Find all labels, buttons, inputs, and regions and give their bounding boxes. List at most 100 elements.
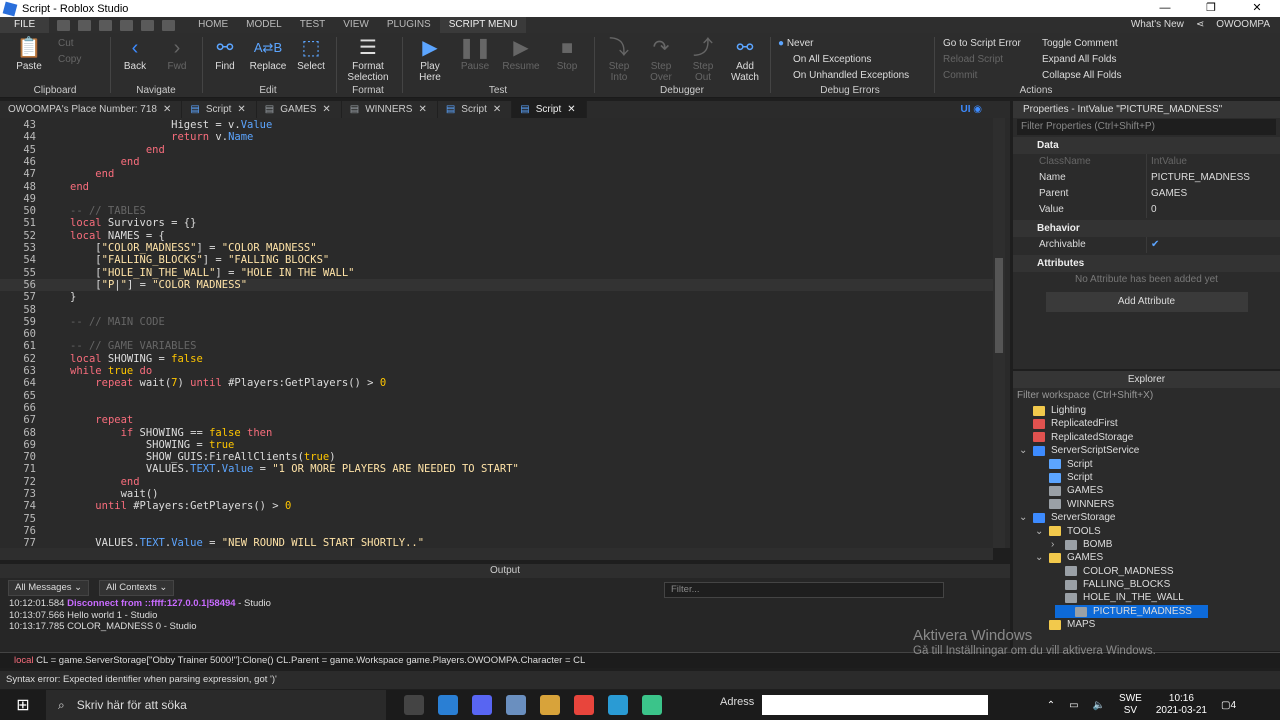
user-menu[interactable]: OWOOMPA	[1216, 17, 1270, 33]
on-all-exceptions-option[interactable]: On All Exceptions	[793, 54, 871, 65]
all-contexts-dropdown[interactable]: All Contexts ⌄	[99, 580, 175, 596]
find-button[interactable]: ⚯ Find	[208, 37, 242, 72]
explorer-item[interactable]: ⌄ ServerStorage	[1013, 511, 1280, 524]
format-selection-button[interactable]: ☰ Format Selection	[340, 37, 396, 83]
explorer-item[interactable]: ⌄ GAMES	[1013, 551, 1280, 564]
code-line[interactable]: 52 local NAMES = {	[0, 230, 1000, 242]
code-line[interactable]: 72 end	[0, 476, 1000, 488]
property-value[interactable]: IntValue	[1147, 154, 1187, 170]
code-line[interactable]: 47 end	[0, 168, 1000, 180]
explorer-item[interactable]: Lighting	[1013, 404, 1280, 417]
code-line[interactable]: 49	[0, 193, 1000, 205]
code-line[interactable]: 67 repeat	[0, 414, 1000, 426]
minimize-button[interactable]: —	[1142, 0, 1188, 17]
code-line[interactable]: 68 if SHOWING == false then	[0, 427, 1000, 439]
code-line[interactable]: 44 return v.Name	[0, 131, 1000, 143]
property-value[interactable]: GAMES	[1147, 186, 1187, 202]
close-icon[interactable]: ✕	[237, 101, 245, 118]
explorer-item[interactable]: WINNERS	[1013, 498, 1280, 511]
tab-script-menu[interactable]: SCRIPT MENU	[439, 17, 527, 33]
code-line[interactable]: 71 VALUES.TEXT.Value = "1 OR MORE PLAYER…	[0, 463, 1000, 475]
task-view-icon[interactable]	[404, 695, 424, 715]
explorer-item[interactable]: ReplicatedStorage	[1013, 431, 1280, 444]
play-here-button[interactable]: ▶ Play Here	[410, 37, 450, 83]
explorer-item[interactable]: ⌄ TOOLS	[1013, 525, 1280, 538]
tray-chevron-icon[interactable]: ⌃	[1047, 700, 1055, 711]
expand-arrow-icon[interactable]: ⌄	[1019, 444, 1027, 457]
replace-button[interactable]: A⇄B Replace	[248, 37, 288, 72]
explorer-item[interactable]: ⌄ ServerScriptService	[1013, 444, 1280, 457]
property-value[interactable]: PICTURE_MADNESS	[1147, 170, 1250, 186]
data-category[interactable]: Data	[1013, 137, 1280, 154]
new-icon[interactable]	[57, 19, 71, 31]
code-line[interactable]: 74 until #Players:GetPlayers() > 0	[0, 500, 1000, 512]
output-filter-input[interactable]: Filter...	[664, 582, 944, 598]
property-row[interactable]: Parent GAMES	[1013, 186, 1280, 202]
taskbar-search[interactable]: ⌕ Skriv här för att söka	[46, 690, 386, 720]
code-line[interactable]: 50 -- // TABLES	[0, 205, 1000, 217]
discord-icon[interactable]	[472, 695, 492, 715]
file-explorer-icon[interactable]	[540, 695, 560, 715]
snip-tool-icon[interactable]	[506, 695, 526, 715]
code-line[interactable]: 54 ["FALLING_BLOCKS"] = "FALLING BLOCKS"	[0, 254, 1000, 266]
property-row[interactable]: ClassName IntValue	[1013, 154, 1280, 170]
cut-button[interactable]: Cut	[58, 38, 74, 49]
doc-tab-games[interactable]: ▤ GAMES ✕	[257, 101, 342, 118]
code-line[interactable]: 51 local Survivors = {}	[0, 217, 1000, 229]
language-indicator[interactable]: SWE SV	[1119, 693, 1142, 717]
doc-tab-script-active[interactable]: ▤ Script ✕	[512, 101, 587, 118]
redo-icon[interactable]	[162, 19, 176, 31]
add-watch-button[interactable]: ⚯ Add Watch	[726, 37, 764, 83]
doc-tab-winners[interactable]: ▤ WINNERS ✕	[342, 101, 438, 118]
expand-arrow-icon[interactable]: ›	[1051, 538, 1059, 551]
publish-icon[interactable]	[120, 19, 134, 31]
roblox-studio-taskbar-icon[interactable]	[608, 695, 628, 715]
file-menu[interactable]: FILE	[0, 17, 50, 33]
all-messages-dropdown[interactable]: All Messages ⌄	[8, 580, 90, 596]
volume-icon[interactable]: 🔈	[1093, 700, 1105, 711]
maximize-button[interactable]: ❐	[1188, 0, 1234, 17]
resume-button[interactable]: ▶ Resume	[500, 37, 542, 72]
doc-tab-place[interactable]: OWOOMPA's Place Number: 718 ✕	[0, 101, 183, 118]
on-unhandled-exceptions-option[interactable]: On Unhandled Exceptions	[793, 70, 909, 81]
code-line[interactable]: 57}	[0, 291, 1000, 303]
code-line[interactable]: 77 VALUES.TEXT.Value = "NEW ROUND WILL S…	[0, 537, 1000, 548]
code-line[interactable]: 60	[0, 328, 1000, 340]
editor-vertical-scrollbar[interactable]	[993, 118, 1005, 548]
doc-tab-script-1[interactable]: ▤ Script ✕	[182, 101, 257, 118]
properties-filter-input[interactable]: Filter Properties (Ctrl+Shift+P)	[1017, 119, 1276, 135]
code-line[interactable]: 55 ["HOLE_IN_THE_WALL"] = "HOLE IN THE W…	[0, 267, 1000, 279]
forward-button[interactable]: › Fwd	[160, 37, 194, 72]
code-line[interactable]: 45 end	[0, 144, 1000, 156]
pause-button[interactable]: ❚❚ Pause	[456, 37, 494, 72]
explorer-item[interactable]: ReplicatedFirst	[1013, 417, 1280, 430]
address-input[interactable]	[762, 695, 988, 715]
game-app-icon[interactable]	[642, 695, 662, 715]
close-icon[interactable]: ✕	[163, 101, 171, 118]
explorer-item[interactable]: COLOR_MADNESS	[1013, 565, 1280, 578]
code-line[interactable]: 53 ["COLOR_MADNESS"] = "COLOR MADNESS"	[0, 242, 1000, 254]
explorer-item[interactable]: FALLING_BLOCKS	[1013, 578, 1280, 591]
code-editor[interactable]: 43 Higest = v.Value 44 return v.Name 45 en…	[0, 118, 1010, 548]
tab-test[interactable]: TEST	[291, 17, 335, 33]
stop-button[interactable]: ■ Stop	[548, 37, 586, 72]
collapse-all-folds-button[interactable]: Collapse All Folds	[1042, 70, 1121, 81]
ui-toggle[interactable]: UI ◉	[960, 101, 982, 118]
output-message[interactable]: 10:12:01.584 Disconnect from ::ffff:127.…	[0, 598, 1010, 610]
explorer-item[interactable]: HOLE_IN_THE_WALL	[1013, 591, 1280, 604]
output-message[interactable]: 10:13:17.785 COLOR_MADNESS 0 - Studio	[0, 621, 1010, 633]
expand-all-folds-button[interactable]: Expand All Folds	[1042, 54, 1117, 65]
explorer-item[interactable]: GAMES	[1013, 484, 1280, 497]
code-line[interactable]: 66	[0, 402, 1000, 414]
tab-plugins[interactable]: PLUGINS	[378, 17, 440, 33]
explorer-item[interactable]: PICTURE_MADNESS	[1055, 604, 1208, 619]
whats-new-link[interactable]: What's New	[1131, 17, 1184, 33]
explorer-item[interactable]: Script	[1013, 458, 1280, 471]
copy-button[interactable]: Copy	[58, 54, 81, 65]
paste-button[interactable]: 📋 Paste	[12, 37, 46, 72]
chrome-icon[interactable]	[574, 695, 594, 715]
share-icon[interactable]: ⋖	[1196, 17, 1204, 33]
undo-icon[interactable]	[141, 19, 155, 31]
explorer-item[interactable]: MAPS	[1013, 618, 1280, 631]
property-value[interactable]: 0	[1147, 202, 1157, 218]
